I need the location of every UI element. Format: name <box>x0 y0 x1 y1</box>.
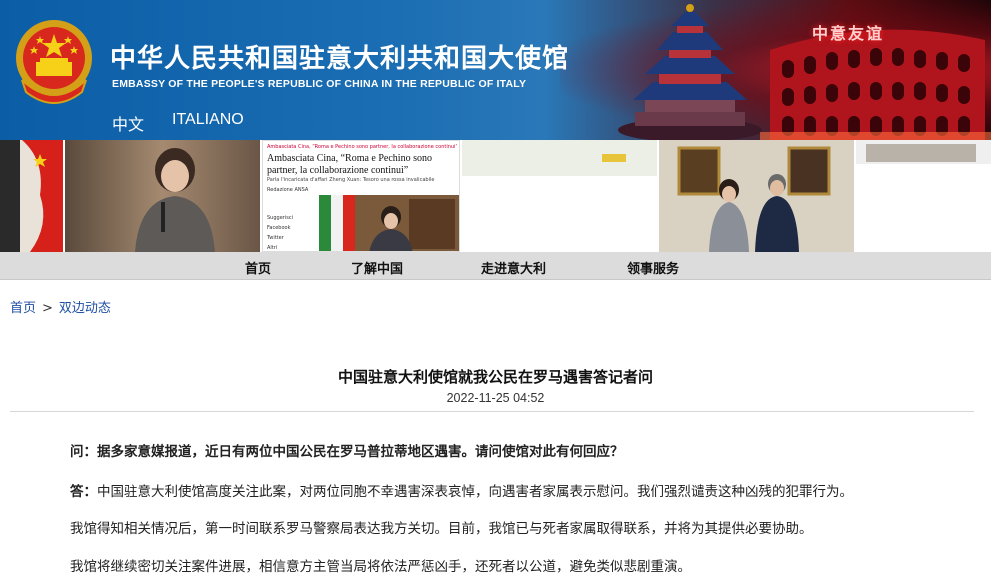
lang-chinese-link[interactable]: 中文 <box>112 111 144 135</box>
photo-meeting[interactable] <box>659 140 854 252</box>
news-clip-source: Redazione ANSA <box>267 187 309 193</box>
nav-about-china[interactable]: 了解中国 <box>351 258 403 277</box>
breadcrumb-separator: > <box>42 301 53 316</box>
share-twitter: Twitter <box>267 235 284 241</box>
share-other: Altri <box>267 245 278 251</box>
national-emblem-icon <box>16 20 92 104</box>
photo-strip: Ambasciata Cina, “Roma e Pechino sono pa… <box>0 140 991 252</box>
article-paragraph-2: 我馆得知相关情况后，第一时间联系罗马警察局表达我方关切。目前，我馆已与死者家属取… <box>70 521 813 537</box>
temple-of-heaven-image <box>618 4 762 140</box>
photo-flag[interactable] <box>0 140 63 252</box>
photo-speaker[interactable] <box>65 140 260 252</box>
article-title: 中国驻意大利使馆就我公民在罗马遇害答记者问 <box>337 368 653 386</box>
header-banner: 中华人民共和国驻意大利共和国大使馆 EMBASSY OF THE PEOPLE'… <box>0 0 991 140</box>
question-text: 据多家意媒报道，近日有两位中国公民在罗马普拉蒂地区遇害。请问使馆对此有何回应？ <box>97 444 624 460</box>
article-question: 问：据多家意媒报道，近日有两位中国公民在罗马普拉蒂地区遇害。请问使馆对此有何回应… <box>70 440 970 460</box>
breadcrumb-current-link[interactable]: 双边动态 <box>59 301 111 316</box>
embassy-title-cn: 中华人民共和国驻意大利共和国大使馆 <box>110 44 570 74</box>
friendship-badge: 中意友谊 <box>812 24 885 43</box>
news-clip-headline: Ambasciata Cina, “Roma e Pechino sono pa… <box>267 153 432 176</box>
main-nav: 首页 了解中国 走进意大利 领事服务 <box>0 252 991 280</box>
article-divider <box>10 411 974 412</box>
article-date: 2022-11-25 04:52 <box>446 391 545 405</box>
question-label: 问： <box>70 444 97 460</box>
article-answer: 答：中国驻意大利使馆高度关注此案，对两位同胞不幸遇害深表哀悼，向遇害者家属表示慰… <box>70 480 970 500</box>
language-switch: 中文 ITALIANO <box>112 111 244 135</box>
news-clip-byline: Parla l'incaricata d'affari Zheng Xuan: … <box>267 177 435 183</box>
news-clip-site: Ambasciata Cina, “Roma e Pechino sono pa… <box>267 144 457 150</box>
breadcrumb-home-link[interactable]: 首页 <box>10 301 36 316</box>
photo-news-clipping[interactable]: Ambasciata Cina, “Roma e Pechino sono pa… <box>262 140 460 252</box>
answer-text: 中国驻意大利使馆高度关注此案，对两位同胞不幸遇害深表哀悼，向遇害者家属表示慰问。… <box>97 484 853 500</box>
lang-italian-link[interactable]: ITALIANO <box>172 111 244 135</box>
photo-screen[interactable] <box>462 140 657 252</box>
photo-building[interactable] <box>856 140 991 252</box>
breadcrumb: 首页 > 双边动态 <box>10 297 111 316</box>
embassy-title-en: EMBASSY OF THE PEOPLE'S REPUBLIC OF CHIN… <box>112 78 527 90</box>
share-suggest: Suggerisci <box>267 215 293 221</box>
share-facebook: Facebook <box>267 225 291 231</box>
news-clip-photo <box>319 195 459 251</box>
article-paragraph-3: 我馆将继续密切关注案件进展，相信意方主管当局将依法严惩凶手，还死者以公道，避免类… <box>70 559 691 575</box>
nav-home[interactable]: 首页 <box>245 258 271 277</box>
answer-label: 答： <box>70 484 97 500</box>
nav-consular-services[interactable]: 领事服务 <box>627 258 679 277</box>
nav-about-italy[interactable]: 走进意大利 <box>481 258 546 277</box>
